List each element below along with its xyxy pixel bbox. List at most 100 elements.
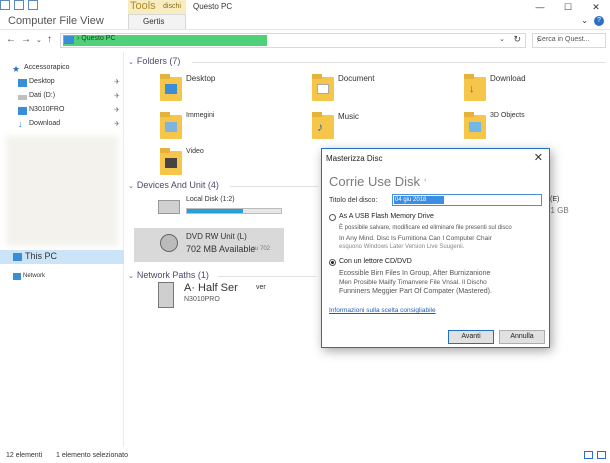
- sidebar-item-label: Desktop: [29, 78, 55, 85]
- burn-disc-dialog: Masterizza Disc ✕ Corrie Use Disk ‹ Tito…: [321, 148, 550, 348]
- item-count: 12 elementi: [6, 452, 43, 459]
- sidebar-item-quick-access[interactable]: ★ Accessorapico: [0, 62, 124, 76]
- folder-downloads-icon: ↓: [464, 72, 486, 102]
- disc-title-input[interactable]: 04 giu 2018: [392, 194, 542, 206]
- group-divider: [230, 186, 318, 187]
- dialog-close-button[interactable]: ✕: [534, 151, 543, 164]
- window-controls: — ☐ ✕: [526, 0, 610, 14]
- sidebar-item-download[interactable]: ↓ Download ✈: [0, 118, 124, 132]
- download-icon: ↓: [18, 119, 23, 129]
- option-usb-radio[interactable]: [329, 214, 336, 221]
- drive-e[interactable]: (E) 31 GB: [546, 196, 606, 222]
- title-bar: Computer File View Tools dischi Gertis Q…: [0, 0, 610, 29]
- group-divider: [192, 62, 606, 63]
- drive-icon: [18, 95, 27, 100]
- sidebar-item-this-pc[interactable]: This PC: [0, 250, 124, 264]
- search-icon: ⌕: [537, 35, 542, 44]
- option-usb-description: In Any Mind. Disc Is Furnitiona Can I Co…: [339, 235, 492, 242]
- cancel-button[interactable]: Annulla: [499, 330, 545, 344]
- network-item-suffix: ver: [256, 284, 266, 291]
- disc-title-label: Titolo del disco:: [329, 197, 378, 204]
- sidebar-item-computer[interactable]: N3010FRO ✈: [0, 104, 124, 118]
- folder-label: Video: [186, 148, 204, 155]
- address-bar[interactable]: › Questo PC ⌄ ↻: [60, 33, 526, 48]
- expand-ribbon-icon[interactable]: ⌄: [581, 16, 588, 26]
- folder-documents[interactable]: Document: [312, 70, 442, 106]
- disc-title-value: 04 giu 2018: [394, 196, 444, 204]
- folder-pictures[interactable]: Immegini: [160, 108, 290, 144]
- refresh-icon[interactable]: ↻: [513, 34, 521, 45]
- drive-free-space: 702 MB Available: [186, 244, 256, 254]
- ribbon-right-controls: ⌄ ?: [581, 16, 604, 26]
- pc-icon: [64, 36, 74, 44]
- drive-usage-fill: [187, 209, 244, 213]
- option-cd-dvd-label[interactable]: Con un lettore CD/DVD: [339, 258, 412, 265]
- search-input[interactable]: Cerca in Quest... ⌕: [532, 33, 606, 48]
- option-usb-description: esquono Windows Later Version Live Suuge…: [339, 244, 465, 250]
- option-usb-description: È possibile salvare, modificare ed elimi…: [339, 225, 512, 231]
- dialog-heading: Corrie Use Disk: [329, 174, 421, 189]
- address-history-icon[interactable]: ⌄: [499, 35, 505, 43]
- folder-label: Download: [490, 74, 526, 83]
- new-folder-icon[interactable]: [28, 0, 38, 10]
- tools-label: Tools: [130, 0, 156, 12]
- folder-3d-objects[interactable]: 3D Objects: [464, 108, 594, 144]
- tab-gertis[interactable]: Gertis: [128, 14, 186, 29]
- option-cd-dvd-description: Funniners Meggier Part Of Compater (Mast…: [339, 288, 492, 295]
- details-view-icon[interactable]: [584, 451, 593, 459]
- drive-dvd[interactable]: DVD RW Unit (L) 702 MB Available su 702: [134, 228, 284, 262]
- drive-total-space: su 702: [252, 246, 271, 252]
- folder-label: 3D Objects: [490, 112, 525, 119]
- large-icons-view-icon[interactable]: [597, 451, 606, 459]
- pin-icon[interactable]: ✈: [114, 106, 120, 114]
- dialog-title: Masterizza Disc: [326, 154, 383, 163]
- option-cd-dvd-radio[interactable]: [329, 259, 336, 266]
- next-button[interactable]: Avanti: [448, 330, 494, 344]
- app-title: Computer File View: [8, 15, 104, 27]
- option-cd-dvd-description: Ecossible Birn Files In Group, After Bur…: [339, 270, 491, 277]
- devices-group-header[interactable]: ⌄ Devices And Unit (4): [128, 180, 219, 190]
- group-header-label: Network Paths (1): [136, 270, 209, 280]
- sidebar-item-label: Download: [29, 120, 61, 127]
- network-group-header[interactable]: ⌄ Network Paths (1): [128, 270, 209, 280]
- network-item-label: A· Half Ser: [184, 282, 238, 294]
- sidebar-item-data-drive[interactable]: Dati (D:) ✈: [0, 90, 124, 104]
- pin-icon[interactable]: ✈: [114, 78, 120, 86]
- minimize-button[interactable]: —: [526, 0, 554, 14]
- pin-icon[interactable]: ✈: [114, 92, 120, 100]
- help-link[interactable]: Informazioni sulla scelta consigliabile: [329, 307, 436, 314]
- properties-icon[interactable]: [14, 0, 24, 10]
- forward-arrow-icon[interactable]: →: [21, 34, 31, 45]
- blurred-region: [6, 136, 118, 246]
- sidebar-item-network[interactable]: Network: [0, 270, 124, 284]
- status-bar: 12 elementi 1 elemento selezionato: [0, 448, 610, 463]
- folders-group-header[interactable]: ⌄ Folders (7): [128, 56, 180, 66]
- folder-videos[interactable]: Video: [160, 144, 290, 180]
- tools-contextual-tab[interactable]: Tools dischi: [128, 0, 186, 14]
- navigation-pane: ★ Accessorapico Desktop ✈ Dati (D:) ✈ N3…: [0, 52, 124, 447]
- pin-icon[interactable]: ✈: [114, 120, 120, 128]
- folder-desktop[interactable]: Desktop: [160, 70, 290, 106]
- star-icon: ★: [12, 64, 21, 74]
- group-divider: [218, 276, 316, 277]
- help-icon[interactable]: ?: [594, 16, 604, 26]
- drive-local-disk[interactable]: Local Disk (1:2): [158, 196, 288, 222]
- network-location-item[interactable]: A· Half Ser ver N3010PRO: [158, 282, 288, 314]
- close-button[interactable]: ✕: [582, 0, 610, 14]
- drive-label: DVD RW Unit (L): [186, 232, 247, 241]
- maximize-button[interactable]: ☐: [554, 0, 582, 14]
- recent-dropdown-icon[interactable]: ⌄: [36, 36, 42, 44]
- folder-downloads[interactable]: ↓ Download: [464, 70, 594, 106]
- folder-music[interactable]: ♪ Music: [312, 108, 442, 144]
- quick-access-icon[interactable]: [0, 0, 10, 10]
- folder-videos-icon: [160, 146, 182, 176]
- option-usb-label[interactable]: As A USB Flash Memory Drive: [339, 213, 434, 220]
- sidebar-item-desktop[interactable]: Desktop ✈: [0, 76, 124, 90]
- breadcrumb[interactable]: › Questo PC: [77, 35, 116, 42]
- dialog-heading-tick: ‹: [424, 175, 427, 184]
- up-arrow-icon[interactable]: ↑: [47, 34, 52, 45]
- folder-pictures-icon: [160, 110, 182, 140]
- back-arrow-icon[interactable]: ←: [6, 34, 16, 45]
- folder-desktop-icon: [160, 72, 182, 102]
- folder-label: Desktop: [186, 74, 216, 83]
